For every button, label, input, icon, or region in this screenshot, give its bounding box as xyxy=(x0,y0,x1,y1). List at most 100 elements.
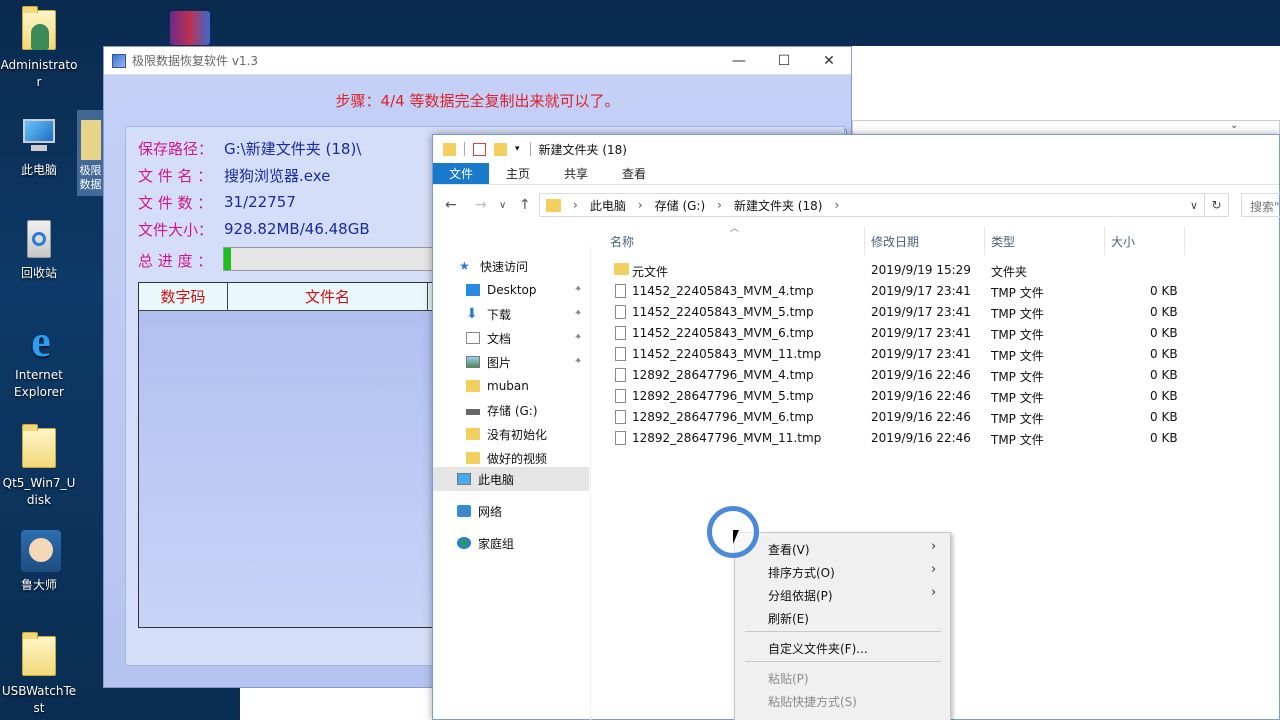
menu-item-sort-by[interactable]: 排序方式(O) xyxy=(768,564,835,581)
file-date: 2019/9/16 22:46 xyxy=(871,389,971,403)
breadcrumb-folder[interactable]: 新建文件夹 (18) xyxy=(734,197,822,214)
breadcrumb-drive-g[interactable]: 存储 (G:) xyxy=(655,197,706,214)
user-folder-icon xyxy=(17,6,61,54)
column-divider[interactable] xyxy=(1184,227,1185,255)
nav-item-label: 没有初始化 xyxy=(487,427,548,442)
nav-item-homegroup[interactable]: 家庭组 xyxy=(457,531,514,555)
column-header-type[interactable]: 类型 xyxy=(991,231,1015,251)
nav-item-desktop[interactable]: Desktop xyxy=(466,278,537,302)
table-row[interactable]: 12892_28647796_MVM_11.tmp 2019/9/16 22:46… xyxy=(609,428,1269,449)
nav-item-drive-g[interactable]: 存储 (G:) xyxy=(466,398,538,422)
column-header-name[interactable]: 名称 xyxy=(610,231,634,251)
search-input[interactable]: 搜索"新 xyxy=(1241,193,1280,217)
breadcrumb-chevron-icon[interactable]: › xyxy=(717,198,722,212)
desktop-icon-administrator[interactable]: Administrator xyxy=(0,6,78,91)
nav-item-muban[interactable]: muban xyxy=(466,374,529,398)
minimize-button[interactable]: — xyxy=(716,47,762,75)
nav-item-network[interactable]: 网络 xyxy=(457,499,502,523)
nav-item-documents[interactable]: 文档 xyxy=(466,326,511,350)
nav-item-label: Desktop xyxy=(487,283,537,297)
folder-icon xyxy=(466,452,480,464)
file-name-label: 文 件 名 ： xyxy=(138,166,213,185)
tab-file[interactable]: 文件 xyxy=(433,163,490,184)
column-divider[interactable] xyxy=(864,227,865,255)
file-name: 12892_28647796_MVM_4.tmp xyxy=(632,368,814,382)
forward-arrow-icon[interactable]: → xyxy=(475,197,487,213)
file-row-folder[interactable]: 元文件 2019/9/19 15:29 文件夹 xyxy=(609,260,1269,281)
progress-label: 总 进 度 ： xyxy=(138,251,213,270)
column-header-filename[interactable]: 文件名 xyxy=(228,283,428,310)
nav-item-this-pc[interactable]: 此电脑 xyxy=(457,467,514,491)
file-icon xyxy=(615,410,626,424)
column-header-code[interactable]: 数字码 xyxy=(139,283,228,310)
column-divider[interactable] xyxy=(1104,227,1105,255)
maximize-button[interactable]: ☐ xyxy=(761,47,807,75)
column-header-date[interactable]: 修改日期 xyxy=(871,231,919,251)
desktop-icon-usbwatch[interactable]: USBWatchTest xyxy=(0,632,78,717)
network-icon xyxy=(457,505,471,517)
nav-item-pictures[interactable]: 图片 xyxy=(466,350,511,374)
ribbon-tabs: 文件 主页 共享 查看 xyxy=(433,163,1279,185)
refresh-button[interactable]: ↻ xyxy=(1205,193,1229,217)
tab-share[interactable]: 共享 xyxy=(547,163,605,184)
tab-view[interactable]: 查看 xyxy=(605,163,663,184)
nav-item-quick-access[interactable]: ★ 快速访问 xyxy=(459,254,528,278)
nav-item-downloads[interactable]: ⬇ 下载 xyxy=(466,302,511,326)
menu-item-view[interactable]: 查看(V) xyxy=(768,541,810,558)
file-date: 2019/9/16 22:46 xyxy=(871,410,971,424)
table-row[interactable]: 11452_22405843_MVM_11.tmp 2019/9/17 23:41… xyxy=(609,344,1269,365)
desktop-icon-recycle-bin[interactable]: 回收站 xyxy=(0,218,78,282)
save-path-label: 保存路径： xyxy=(138,139,214,158)
winrar-icon[interactable] xyxy=(170,11,210,45)
chevron-down-icon[interactable]: ▾ xyxy=(515,144,520,154)
file-name-value: 搜狗浏览器.exe xyxy=(224,166,331,185)
menu-separator xyxy=(745,631,941,632)
table-row[interactable]: 11452_22405843_MVM_5.tmp 2019/9/17 23:41 T… xyxy=(609,302,1269,323)
column-divider[interactable] xyxy=(984,227,985,255)
nav-item-uninitialized[interactable]: 没有初始化 xyxy=(466,422,547,446)
breadcrumb-this-pc[interactable]: 此电脑 xyxy=(590,197,626,214)
desktop-icon-qt5[interactable]: Qt5_Win7_Udisk xyxy=(0,424,78,509)
address-bar[interactable]: › 此电脑 › 存储 (G:) › 新建文件夹 (18) › ∨ xyxy=(539,193,1205,217)
table-row[interactable]: 12892_28647796_MVM_4.tmp 2019/9/16 22:46 T… xyxy=(609,365,1269,386)
recovered-files-table[interactable]: 数字码 文件名 xyxy=(138,282,438,628)
file-name: 11452_22405843_MVM_11.tmp xyxy=(632,347,822,361)
table-row[interactable]: 12892_28647796_MVM_6.tmp 2019/9/16 22:46 T… xyxy=(609,407,1269,428)
file-count-row: 文 件 数 ： 31/22757 xyxy=(138,191,296,213)
desktop-icon-ie[interactable]: e Internet Explorer xyxy=(0,320,78,401)
desktop-icon xyxy=(466,284,480,296)
menu-item-paste-shortcut[interactable]: 粘贴快捷方式(S) xyxy=(768,693,857,710)
desktop-icon-ludashi[interactable]: 鲁大师 xyxy=(0,530,78,594)
table-header: 数字码 文件名 xyxy=(139,283,437,311)
menu-item-group-by[interactable]: 分组依据(P) xyxy=(768,587,833,604)
breadcrumb-chevron-icon[interactable]: › xyxy=(834,198,839,212)
app-icon xyxy=(112,53,126,68)
desktop-icon-this-pc[interactable]: 此电脑 xyxy=(0,115,78,179)
nav-item-label: 存储 (G:) xyxy=(487,403,538,418)
recent-chevron-icon[interactable]: ∨ xyxy=(499,200,506,211)
tab-home[interactable]: 主页 xyxy=(489,163,547,184)
desktop-icon-selected-app[interactable]: 极限数据恢复软件 xyxy=(77,110,104,196)
nav-item-label: 此电脑 xyxy=(478,472,515,487)
column-header-size[interactable]: 大小 xyxy=(1111,231,1135,251)
table-row[interactable]: 11452_22405843_MVM_4.tmp 2019/9/17 23:41 T… xyxy=(609,281,1269,302)
file-size-value: 928.82MB/46.48GB xyxy=(224,220,370,238)
table-row[interactable]: 11452_22405843_MVM_6.tmp 2019/9/17 23:41 T… xyxy=(609,323,1269,344)
breadcrumb-chevron-icon[interactable]: › xyxy=(638,198,643,212)
address-dropdown-icon[interactable]: ∨ xyxy=(1190,199,1198,212)
menu-item-customize-folder[interactable]: 自定义文件夹(F)... xyxy=(768,640,868,657)
new-folder-icon[interactable] xyxy=(494,142,507,156)
menu-item-refresh[interactable]: 刷新(E) xyxy=(768,610,809,627)
folder-icon xyxy=(17,632,61,680)
breadcrumb-chevron-icon[interactable]: › xyxy=(573,198,578,212)
file-type: TMP 文件 xyxy=(991,370,1044,384)
file-size: 0 KB xyxy=(1150,368,1178,382)
menu-item-paste[interactable]: 粘贴(P) xyxy=(768,670,809,687)
properties-icon[interactable] xyxy=(473,142,486,156)
back-arrow-icon[interactable]: ← xyxy=(445,197,457,213)
pin-icon: ✦ xyxy=(574,332,583,343)
close-button[interactable]: ✕ xyxy=(806,47,852,75)
file-name: 11452_22405843_MVM_5.tmp xyxy=(632,305,814,319)
table-row[interactable]: 12892_28647796_MVM_5.tmp 2019/9/16 22:46 T… xyxy=(609,386,1269,407)
up-arrow-icon[interactable]: ↑ xyxy=(519,197,531,213)
